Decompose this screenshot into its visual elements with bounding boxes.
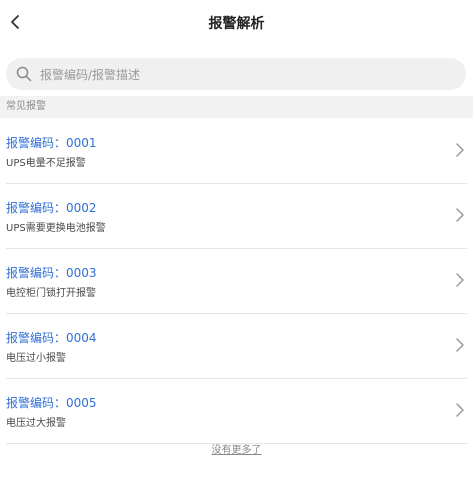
alarm-code: 报警编码：0005 [6,396,97,410]
alarm-code: 报警编码：0002 [6,201,97,215]
chevron-right-icon [456,403,464,417]
chevron-right-icon [456,208,464,222]
alarm-description: 电压过小报警 [6,353,66,364]
list-item[interactable]: 报警编码：0001 UPS电量不足报警 [6,119,467,184]
alarm-code: 报警编码：0004 [6,331,97,345]
chevron-right-icon [456,273,464,287]
chevron-right-icon [456,143,464,157]
alarm-description: UPS电量不足报警 [6,158,86,169]
list-item[interactable]: 报警编码：0003 电控柜门锁打开报警 [6,249,467,314]
page-title: 报警解析 [208,16,265,32]
alarm-description: 电压过大报警 [6,418,66,429]
list-item[interactable]: 报警编码：0004 电压过小报警 [6,314,467,379]
search-icon [16,66,32,82]
search-bar[interactable] [6,58,466,92]
alarm-description: UPS需要更换电池报警 [6,223,106,234]
chevron-right-icon [456,338,464,352]
alarm-code: 报警编码：0001 [6,136,97,150]
list-item[interactable]: 报警编码：0005 电压过大报警 [6,379,467,444]
alarm-code: 报警编码：0003 [6,266,97,280]
search-input[interactable] [38,58,452,92]
top-bar: 报警解析 [0,0,473,46]
alarm-description: 电控柜门锁打开报警 [6,288,96,299]
alarm-list: 报警编码：0001 UPS电量不足报警 报警编码：0002 UPS需要更换电池报… [0,119,473,444]
list-item[interactable]: 报警编码：0002 UPS需要更换电池报警 [6,184,467,249]
section-label: 常见报警 [0,96,473,118]
no-more-text: 没有更多了 [211,445,262,456]
